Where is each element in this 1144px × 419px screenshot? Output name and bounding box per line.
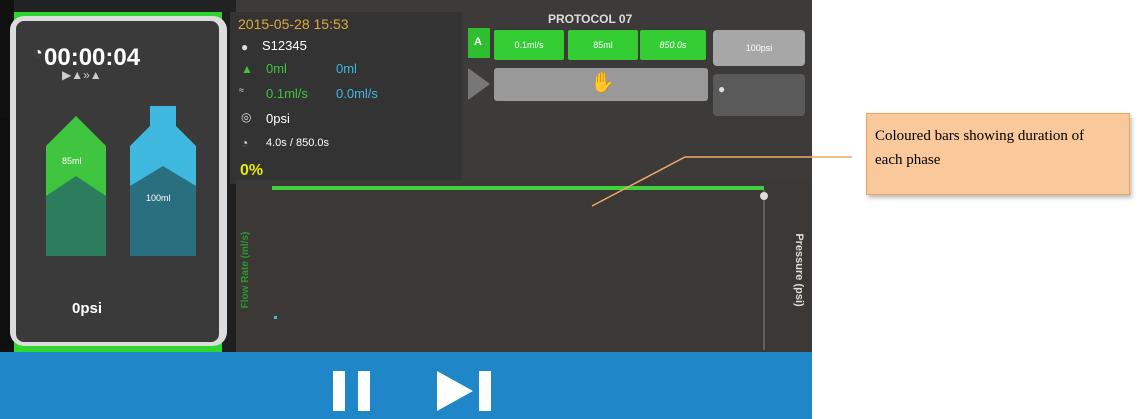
skip-next-icon: [437, 371, 473, 411]
current-pressure: 0psi: [72, 300, 103, 317]
progress-percent: 0%: [240, 162, 264, 179]
pause-icon: [333, 371, 345, 411]
max-flow-b: 0.0ml/s: [336, 86, 378, 101]
control-bar: [0, 352, 812, 419]
phase-a-duration-bar: [272, 186, 764, 190]
annotation-callout: Coloured bars showing duration of each p…: [866, 113, 1130, 195]
injector-screen: ◔ 00:00:04 ▶▲»▲ 85ml 100ml 0psi 2015-05-…: [0, 0, 812, 419]
volume-a: 0ml: [266, 61, 287, 76]
skip-next-button[interactable]: [437, 371, 493, 411]
patient-id: S12345: [262, 38, 307, 53]
patient-side-icon: ●: [718, 82, 726, 96]
pause-icon: [358, 371, 370, 411]
clock-icon: ◔: [33, 45, 43, 62]
timer-icon: ◔: [241, 136, 249, 150]
phase-a-volume[interactable]: 85ml: [568, 30, 638, 60]
skip-next-icon-bar: [479, 371, 491, 411]
end-marker-dot: [760, 192, 768, 200]
flow-chart: Flow Rate (ml/s) Pressure (psi): [236, 180, 810, 352]
chart-background: [236, 180, 810, 352]
phase-a-label: A: [474, 36, 482, 48]
annotation-text: Coloured bars showing duration of each p…: [875, 128, 1085, 168]
bottle-b: [130, 106, 196, 256]
max-flow-a: 0.1ml/s: [266, 86, 308, 101]
pause-button[interactable]: [333, 371, 371, 411]
y-axis-label: Flow Rate (ml/s): [240, 232, 251, 309]
bottle-b-volume: 100ml: [146, 193, 171, 203]
flow-b-point: [274, 316, 277, 319]
patient-icon: ●: [241, 40, 249, 54]
max-pressure: 0psi: [266, 111, 290, 126]
side-button[interactable]: [713, 74, 805, 116]
y2-axis-label: Pressure (psi): [793, 233, 805, 307]
phase-a-marker[interactable]: A: [468, 28, 490, 58]
volume-b: 0ml: [336, 61, 357, 76]
phase-b-marker[interactable]: [468, 68, 490, 100]
hand-icon: ✋: [590, 72, 615, 94]
protocol-title: PROTOCOL 07: [548, 12, 633, 26]
phase-a-flow-rate[interactable]: 0.1ml/s: [494, 30, 564, 60]
date-time: 2015-05-28 15:53: [238, 16, 349, 32]
phase-a-duration[interactable]: 850.0s: [640, 30, 706, 60]
pressure-icon: ◎: [241, 110, 252, 124]
syringe-icon: ▲: [241, 62, 253, 76]
flow-direction-icon: ▶▲»▲: [62, 68, 102, 82]
bottle-a: [46, 116, 106, 256]
time-progress: 4.0s / 850.0s: [266, 137, 329, 149]
flow-icon: ≈: [239, 85, 244, 95]
bottle-a-volume: 85ml: [62, 156, 82, 166]
pressure-limit-button[interactable]: 100psi: [713, 30, 805, 66]
